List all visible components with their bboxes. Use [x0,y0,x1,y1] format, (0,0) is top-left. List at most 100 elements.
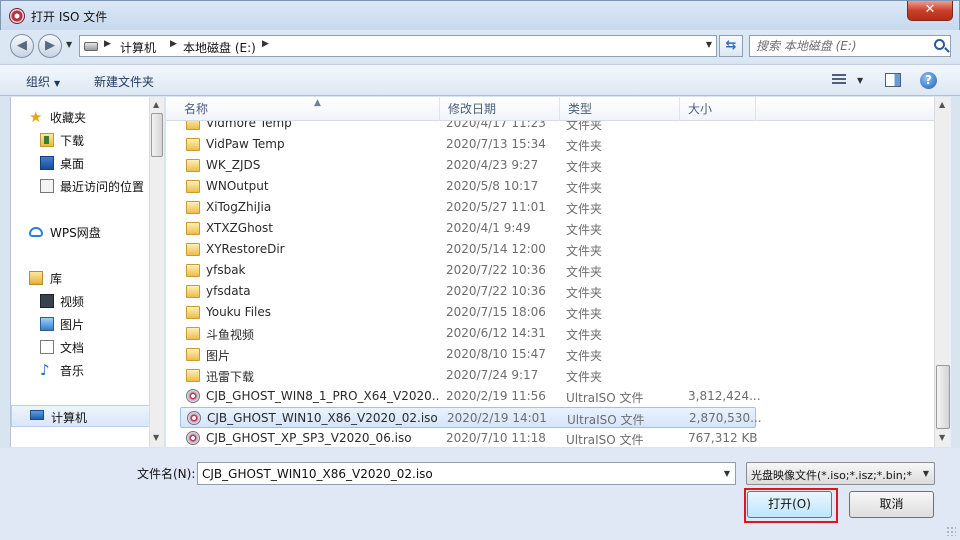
chevron-down-icon[interactable]: ▼ [724,469,730,478]
video-icon [40,294,54,308]
address-history-dropdown-icon[interactable]: ▼ [706,40,712,49]
file-type: 文件夹 [566,139,603,153]
nav-item-downloads[interactable]: 下载 [11,129,151,151]
navigation-pane: ★ 收藏夹 下载 桌面 最近访问的位置 WPS网盘 库 视频 图片 文档 ♪ 音… [10,97,164,447]
cancel-button[interactable]: 取消 [849,491,934,518]
library-icon [29,271,43,285]
scroll-up-icon[interactable]: ▲ [153,100,159,109]
column-header: 名称 ▲ 修改日期 类型 大小 [166,97,934,121]
nav-item-desktop[interactable]: 桌面 [11,152,151,174]
folder-icon [186,306,200,319]
nav-item-documents[interactable]: 文档 [11,336,151,358]
breadcrumb-local-disk-e[interactable]: 本地磁盘 (E:) [183,39,256,56]
scroll-down-icon[interactable]: ▼ [153,433,159,442]
file-type: 文件夹 [566,349,603,363]
search-icon[interactable] [934,39,945,50]
list-item[interactable]: 迅雷下载 2020/7/24 9:17 文件夹 [180,365,756,386]
file-type-filter-select[interactable]: 光盘映像文件(*.iso;*.isz;*.bin;* ▼ [746,462,935,485]
list-item[interactable]: VidPaw Temp 2020/7/13 15:34 文件夹 [180,134,756,155]
nav-item-music[interactable]: ♪ 音乐 [11,359,151,381]
nav-item-pictures[interactable]: 图片 [11,313,151,335]
chevron-down-icon: ▼ [922,469,929,478]
file-type: 文件夹 [566,328,603,342]
open-button[interactable]: 打开(O) [747,491,832,518]
folder-icon [186,201,200,214]
scrollbar-thumb[interactable] [151,113,163,157]
file-name: 图片 [206,349,231,363]
desktop-icon [40,156,54,170]
file-type: 文件夹 [566,202,603,216]
recent-places-icon [40,179,54,193]
file-type: UltraISO 文件 [567,413,645,427]
scrollbar-thumb[interactable] [936,365,950,429]
close-button[interactable]: ✕ [907,1,953,21]
forward-button[interactable]: ▶ [38,34,62,58]
list-item[interactable]: 图片 2020/8/10 15:47 文件夹 [180,344,756,365]
list-item[interactable]: Youku Files 2020/7/15 18:06 文件夹 [180,302,756,323]
help-icon[interactable]: ? [920,72,937,89]
organize-label: 组织 [26,75,51,89]
new-folder-button[interactable]: 新建文件夹 [94,73,154,90]
iso-disc-icon [186,389,200,403]
nav-item-libraries[interactable]: 库 [11,267,151,289]
recent-locations-dropdown-icon[interactable]: ▼ [66,40,72,49]
column-header-name[interactable]: 名称 ▲ [176,97,440,121]
file-date: 2020/6/12 14:31 [446,326,546,340]
column-header-date[interactable]: 修改日期 [440,97,560,121]
nav-item-wps-cloud[interactable]: WPS网盘 [11,221,151,243]
resize-grip[interactable] [946,526,956,536]
drive-icon [84,42,98,51]
chevron-right-icon[interactable]: ▶ [170,39,177,49]
list-item[interactable]: XiTogZhiJia 2020/5/27 11:01 文件夹 [180,197,756,218]
file-name: CJB_GHOST_XP_SP3_V2020_06.iso [206,431,412,445]
column-header-size[interactable]: 大小 [680,97,756,121]
nav-label: 最近访问的位置 [60,180,145,194]
list-item[interactable]: XTXZGhost 2020/4/1 9:49 文件夹 [180,218,756,239]
chevron-right-icon[interactable]: ▶ [262,39,269,49]
file-type: 文件夹 [566,286,603,300]
file-name: 斗鱼视频 [206,328,255,342]
list-item[interactable]: CJB_GHOST_WIN8_1_PRO_X64_V2020... 2020/2/… [180,386,761,407]
scroll-down-icon[interactable]: ▼ [939,433,945,442]
chevron-right-icon[interactable]: ▶ [104,39,111,49]
nav-item-computer[interactable]: 计算机 [11,405,151,427]
nav-item-videos[interactable]: 视频 [11,290,151,312]
view-options-icon[interactable] [832,74,846,86]
chevron-down-icon: ▼ [54,79,61,88]
address-bar[interactable]: ▶ 计算机 ▶ 本地磁盘 (E:) ▶ ▼ [79,35,717,57]
nav-item-favorites[interactable]: ★ 收藏夹 [11,106,151,128]
sort-ascending-icon: ▲ [314,98,321,108]
file-name-combobox[interactable]: ▼ [197,462,736,485]
view-dropdown-icon[interactable]: ▼ [857,76,863,85]
file-date: 2020/5/14 12:00 [446,242,546,256]
list-item[interactable]: WK_ZJDS 2020/4/23 9:27 文件夹 [180,155,756,176]
breadcrumb-computer[interactable]: 计算机 [120,39,156,56]
refresh-button[interactable]: ⇆ [719,35,743,57]
file-date: 2020/4/23 9:27 [446,158,539,172]
file-name: Youku Files [206,305,272,319]
file-list-scrollbar[interactable]: ▲ ▼ [934,97,951,447]
navigation-scrollbar[interactable]: ▲ ▼ [149,97,164,447]
back-button[interactable]: ◀ [10,34,34,58]
list-item[interactable]: WNOutput 2020/5/8 10:17 文件夹 [180,176,756,197]
file-date: 2020/7/22 10:36 [446,284,546,298]
preview-pane-icon[interactable] [885,73,901,87]
file-name: yfsbak [206,263,246,277]
nav-item-recent-places[interactable]: 最近访问的位置 [11,175,151,197]
list-item[interactable]: CJB_GHOST_WIN10_X86_V2020_02.iso 2020/2/1… [180,407,762,428]
file-type: 文件夹 [566,160,603,174]
list-item[interactable]: XYRestoreDir 2020/5/14 12:00 文件夹 [180,239,756,260]
column-header-type[interactable]: 类型 [560,97,680,121]
file-date: 2020/4/1 9:49 [446,221,531,235]
nav-label: 文档 [60,341,85,355]
list-item[interactable]: CJB_GHOST_XP_SP3_V2020_06.iso 2020/7/10 1… [180,428,758,447]
scroll-up-icon[interactable]: ▲ [939,100,945,109]
list-item[interactable]: yfsdata 2020/7/22 10:36 文件夹 [180,281,756,302]
organize-button[interactable]: 组织 ▼ [26,73,60,90]
list-item[interactable]: yfsbak 2020/7/22 10:36 文件夹 [180,260,756,281]
list-item[interactable]: 斗鱼视频 2020/6/12 14:31 文件夹 [180,323,756,344]
file-name: WNOutput [206,179,269,193]
search-input[interactable] [756,38,926,54]
file-name-input[interactable] [202,466,702,481]
search-box[interactable] [749,35,951,57]
